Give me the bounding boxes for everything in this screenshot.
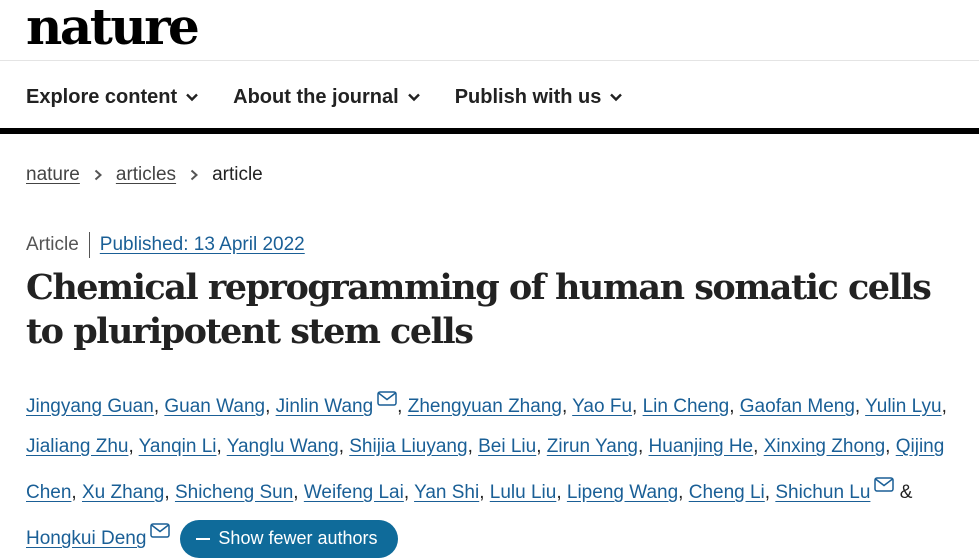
author-separator: , [885,436,896,457]
author-separator: , [637,436,649,457]
mail-icon[interactable] [377,381,397,406]
author-link[interactable]: Yanglu Wang [227,436,339,457]
chevron-down-icon [407,90,421,104]
author-link[interactable]: Jialiang Zhu [26,436,128,457]
chevron-right-icon [188,169,200,181]
author-link[interactable]: Jinlin Wang [276,396,374,417]
author-link[interactable]: Zhengyuan Zhang [408,396,562,417]
author-link[interactable]: Xinxing Zhong [764,436,885,457]
author-link[interactable]: Zirun Yang [547,436,638,457]
author-link[interactable]: Bei Liu [478,436,536,457]
mail-icon[interactable] [874,467,895,492]
chevron-right-icon [92,169,104,181]
author-link[interactable]: Yulin Lyu [865,396,941,417]
breadcrumb-current: article [212,164,263,185]
header-divider [0,60,979,61]
author-link[interactable]: Yao Fu [572,396,632,417]
main-nav: Explore content About the journal Publis… [26,84,623,110]
nav-explore-content[interactable]: Explore content [26,84,199,110]
author-separator: , [678,482,689,503]
author-separator: , [153,396,165,417]
author-separator: , [764,482,776,503]
author-separator: , [467,436,479,457]
author-separator: , [561,396,573,417]
article-title: Chemical reprogramming of human somatic … [26,267,932,352]
author-link[interactable]: Lulu Liu [490,482,557,503]
author-separator: , [479,482,490,503]
show-fewer-authors-button[interactable]: Show fewer authors [180,519,398,558]
author-separator: , [729,396,740,417]
author-link[interactable]: Gaofan Meng [740,396,855,417]
author-separator: , [128,436,139,457]
site-logo[interactable]: nature [26,0,200,54]
nav-item-label: Explore content [26,86,178,108]
author-link[interactable]: Cheng Li [689,482,765,503]
author-link[interactable]: Huanjing He [649,436,754,457]
breadcrumb-articles[interactable]: articles [116,162,176,188]
author-separator: , [293,482,304,503]
author-link[interactable]: Xu Zhang [82,482,164,503]
author-separator: , [632,396,643,417]
breadcrumb: nature articles article [26,162,263,188]
author-link[interactable]: Weifeng Lai [304,482,404,503]
published-date-link[interactable]: Published: 13 April 2022 [100,232,305,258]
nav-item-label: Publish with us [454,86,602,108]
author-link[interactable]: Hongkui Deng [26,528,146,549]
author-link[interactable]: Lin Cheng [643,396,730,417]
author-separator: , [556,482,567,503]
author-link[interactable]: Yanqin Li [139,436,217,457]
author-link[interactable]: Shijia Liuyang [349,436,467,457]
author-link[interactable]: Jingyang Guan [26,396,154,417]
author-link[interactable]: Shicheng Sun [175,482,293,503]
header-bottom-bar [0,128,979,134]
author-ampersand: & [899,482,913,503]
article-type: Article [26,232,90,258]
minus-icon [196,537,211,540]
author-link[interactable]: Lipeng Wang [567,482,678,503]
author-separator: , [941,396,947,417]
author-separator: , [753,436,764,457]
article-meta: Article Published: 13 April 2022 [26,232,305,258]
nav-publish-with-us[interactable]: Publish with us [455,84,624,110]
author-separator: , [338,436,350,457]
author-link[interactable]: Guan Wang [164,396,265,417]
author-separator: , [536,436,547,457]
author-list: Jingyang Guan, Guan Wang, Jinlin Wang, Z… [26,381,966,559]
nav-item-label: About the journal [233,86,399,108]
author-separator: , [397,396,408,417]
chevron-down-icon [609,90,623,104]
author-separator: , [216,436,227,457]
author-separator: , [854,396,866,417]
mail-icon[interactable] [150,513,171,538]
author-link[interactable]: Yan Shi [414,482,479,503]
author-link[interactable]: Shichun Lu [775,482,870,503]
breadcrumb-nature[interactable]: nature [26,162,80,188]
nav-about-the-journal[interactable]: About the journal [233,84,421,110]
author-separator: , [164,482,175,503]
show-fewer-authors-label: Show fewer authors [218,528,378,549]
author-separator: , [403,482,415,503]
chevron-down-icon [185,90,199,104]
author-separator: , [71,482,82,503]
author-separator: , [265,396,276,417]
